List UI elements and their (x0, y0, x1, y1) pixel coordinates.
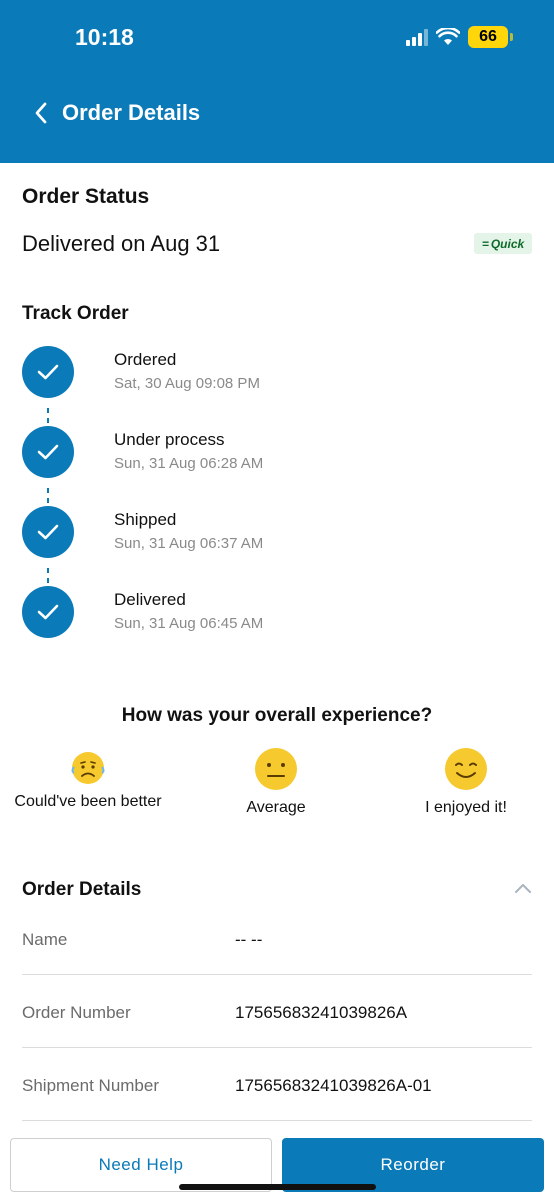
timeline-connector (47, 568, 49, 584)
step-label: Shipped (114, 510, 177, 529)
step-label: Delivered (114, 590, 186, 609)
wifi-icon (436, 28, 460, 45)
timeline-step: Ordered Sat, 30 Aug 09:08 PM (22, 346, 472, 400)
detail-key: Name (22, 930, 68, 949)
quick-delivery-badge: = Quick (474, 233, 532, 254)
detail-row-shipment-number: Shipment Number 17565683241039826A-01 (22, 1076, 532, 1121)
rating-label: Average (246, 799, 306, 816)
timeline-step: Delivered Sun, 31 Aug 06:45 AM (22, 586, 472, 640)
step-time: Sun, 31 Aug 06:45 AM (114, 615, 264, 632)
rating-option-enjoyed[interactable]: I enjoyed it! (410, 747, 522, 817)
cellular-signal-icon (406, 28, 428, 46)
battery-level: 66 (479, 28, 497, 45)
detail-key: Order Number (22, 1003, 131, 1022)
sad-face-icon[interactable] (67, 747, 109, 789)
battery-indicator: 66 (468, 26, 513, 48)
rating-option-better[interactable]: Could've been better (0, 747, 176, 811)
step-time: Sun, 31 Aug 06:37 AM (114, 535, 264, 552)
app-header: 10:18 66 Order Details (0, 0, 554, 163)
step-label: Ordered (114, 350, 177, 369)
back-chevron-icon[interactable] (34, 102, 48, 124)
chevron-up-icon[interactable] (514, 882, 532, 894)
smile-face-icon[interactable] (444, 747, 488, 791)
status-icons: 66 (406, 26, 513, 48)
rating-option-average[interactable]: Average (226, 747, 326, 817)
timeline-connector (47, 408, 49, 424)
detail-row-order-number: Order Number 17565683241039826A (22, 1003, 532, 1048)
check-icon (22, 426, 74, 478)
check-icon (22, 586, 74, 638)
order-status-heading: Order Status (22, 185, 150, 208)
home-indicator (179, 1184, 376, 1190)
delivered-date: Delivered on Aug 31 (22, 231, 221, 256)
track-order-heading: Track Order (22, 303, 129, 324)
order-details-heading: Order Details (22, 879, 142, 900)
check-icon (22, 506, 74, 558)
step-time: Sun, 31 Aug 06:28 AM (114, 455, 264, 472)
neutral-face-icon[interactable] (254, 747, 298, 791)
timeline-step: Shipped Sun, 31 Aug 06:37 AM (22, 506, 472, 560)
quick-badge-label: Quick (490, 236, 525, 251)
detail-key: Shipment Number (22, 1076, 160, 1095)
status-time: 10:18 (75, 24, 134, 50)
step-label: Under process (114, 430, 225, 449)
detail-row-name: Name -- -- (22, 930, 532, 975)
detail-value: 17565683241039826A (235, 1003, 408, 1022)
timeline-step: Under process Sun, 31 Aug 06:28 AM (22, 426, 472, 480)
rating-label: Could've been better (14, 793, 162, 810)
step-time: Sat, 30 Aug 09:08 PM (114, 375, 260, 392)
detail-value: -- -- (235, 930, 263, 949)
experience-question: How was your overall experience? (121, 705, 433, 726)
rating-label: I enjoyed it! (425, 799, 507, 816)
detail-value: 17565683241039826A-01 (235, 1076, 432, 1095)
check-icon (22, 346, 74, 398)
back-navigation[interactable]: Order Details (34, 100, 200, 126)
timeline-connector (47, 488, 49, 504)
page-title: Order Details (62, 100, 201, 125)
